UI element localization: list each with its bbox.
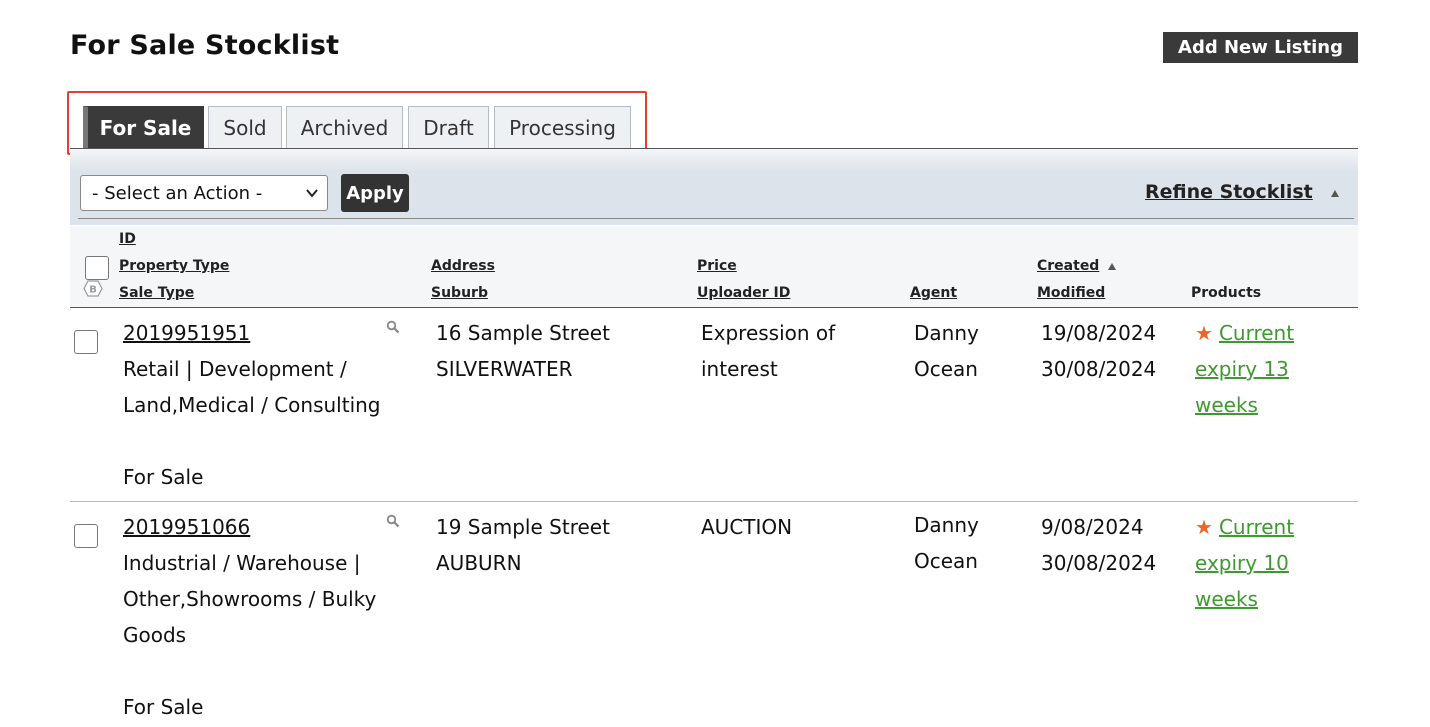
header-modified[interactable]: Modified <box>1037 285 1105 301</box>
property-type-line: Retail | Development / <box>123 357 347 381</box>
table-row: 2019951951 Retail | Development / Land,M… <box>123 315 381 495</box>
tab-sold[interactable]: Sold <box>208 106 282 148</box>
product-link[interactable]: weeks <box>1195 587 1258 611</box>
suburb: AUBURN <box>436 551 522 575</box>
tab-processing[interactable]: Processing <box>494 106 631 148</box>
row-divider <box>70 501 1358 502</box>
tab-for-sale[interactable]: For Sale <box>83 106 204 148</box>
products-cell: ★ Current expiry 13 weeks <box>1195 315 1294 423</box>
agent-cell: Danny Ocean <box>914 507 979 579</box>
dates-cell: 19/08/2024 30/08/2024 <box>1041 315 1156 387</box>
svg-text:B: B <box>89 285 97 296</box>
created-date: 19/08/2024 <box>1041 321 1157 345</box>
property-type-line: Other,Showrooms / Bulky <box>123 587 377 611</box>
page-title: For Sale Stocklist <box>70 30 340 61</box>
listing-id-link[interactable]: 2019951951 <box>123 315 381 351</box>
modified-date: 30/08/2024 <box>1041 551 1157 575</box>
address: 16 Sample Street <box>436 321 610 345</box>
header-uploader-id[interactable]: Uploader ID <box>697 285 790 301</box>
sort-ascending-icon <box>1108 263 1116 270</box>
suburb: SILVERWATER <box>436 357 573 381</box>
bulk-b-icon: B <box>83 280 103 297</box>
agent-cell: Danny Ocean <box>914 315 979 387</box>
star-icon: ★ <box>1195 515 1213 539</box>
search-icon[interactable] <box>386 514 400 528</box>
product-link[interactable]: Current <box>1219 321 1294 345</box>
sale-type: For Sale <box>123 695 204 719</box>
products-cell: ★ Current expiry 10 weeks <box>1195 509 1294 617</box>
product-link[interactable]: weeks <box>1195 393 1258 417</box>
price-cell: AUCTION <box>701 509 792 545</box>
price-cell: Expression of interest <box>701 315 835 387</box>
agent-line: Danny <box>914 513 979 537</box>
product-link[interactable]: Current <box>1219 515 1294 539</box>
header-suburb[interactable]: Suburb <box>431 285 488 301</box>
address-cell: 16 Sample Street SILVERWATER <box>436 315 610 387</box>
product-link[interactable]: expiry 13 <box>1195 357 1289 381</box>
search-icon[interactable] <box>386 320 400 334</box>
add-new-listing-button[interactable]: Add New Listing <box>1163 32 1358 63</box>
address-cell: 19 Sample Street AUBURN <box>436 509 610 581</box>
tab-archived[interactable]: Archived <box>286 106 403 148</box>
toolbar-divider <box>78 218 1354 219</box>
address: 19 Sample Street <box>436 515 610 539</box>
action-select-value: - Select an Action - <box>92 182 263 204</box>
property-type-line: Goods <box>123 623 187 647</box>
price-line: interest <box>701 357 778 381</box>
product-link[interactable]: expiry 10 <box>1195 551 1289 575</box>
chevron-down-icon <box>306 189 318 198</box>
tab-draft[interactable]: Draft <box>408 106 489 148</box>
dates-cell: 9/08/2024 30/08/2024 <box>1041 509 1156 581</box>
modified-date: 30/08/2024 <box>1041 357 1157 381</box>
row-checkbox[interactable] <box>74 330 98 354</box>
sale-type: For Sale <box>123 465 204 489</box>
row-checkbox[interactable] <box>74 524 98 548</box>
property-type-line: Industrial / Warehouse | <box>123 551 361 575</box>
select-all-checkbox[interactable] <box>85 256 109 280</box>
table-row: 2019951066 Industrial / Warehouse | Othe… <box>123 509 376 725</box>
created-date: 9/08/2024 <box>1041 515 1144 539</box>
star-icon: ★ <box>1195 321 1213 345</box>
refine-stocklist-link[interactable]: Refine Stocklist <box>1145 181 1313 203</box>
header-price[interactable]: Price <box>697 258 737 274</box>
price-line: Expression of <box>701 321 836 345</box>
property-type-line: Land,Medical / Consulting <box>123 393 381 417</box>
header-property-type[interactable]: Property Type <box>119 258 229 274</box>
apply-button[interactable]: Apply <box>341 174 409 212</box>
agent-line: Ocean <box>914 357 978 381</box>
listing-id-link[interactable]: 2019951066 <box>123 509 376 545</box>
header-id[interactable]: ID <box>119 231 136 247</box>
header-address[interactable]: Address <box>431 258 495 274</box>
price-line: AUCTION <box>701 515 793 539</box>
header-sale-type[interactable]: Sale Type <box>119 285 194 301</box>
header-agent[interactable]: Agent <box>910 285 957 301</box>
agent-line: Ocean <box>914 549 978 573</box>
header-products: Products <box>1191 285 1262 301</box>
header-created[interactable]: Created <box>1037 258 1099 274</box>
action-select[interactable]: - Select an Action - <box>80 175 328 211</box>
agent-line: Danny <box>914 321 979 345</box>
collapse-arrow-icon[interactable] <box>1331 190 1339 197</box>
header-divider <box>70 307 1358 308</box>
